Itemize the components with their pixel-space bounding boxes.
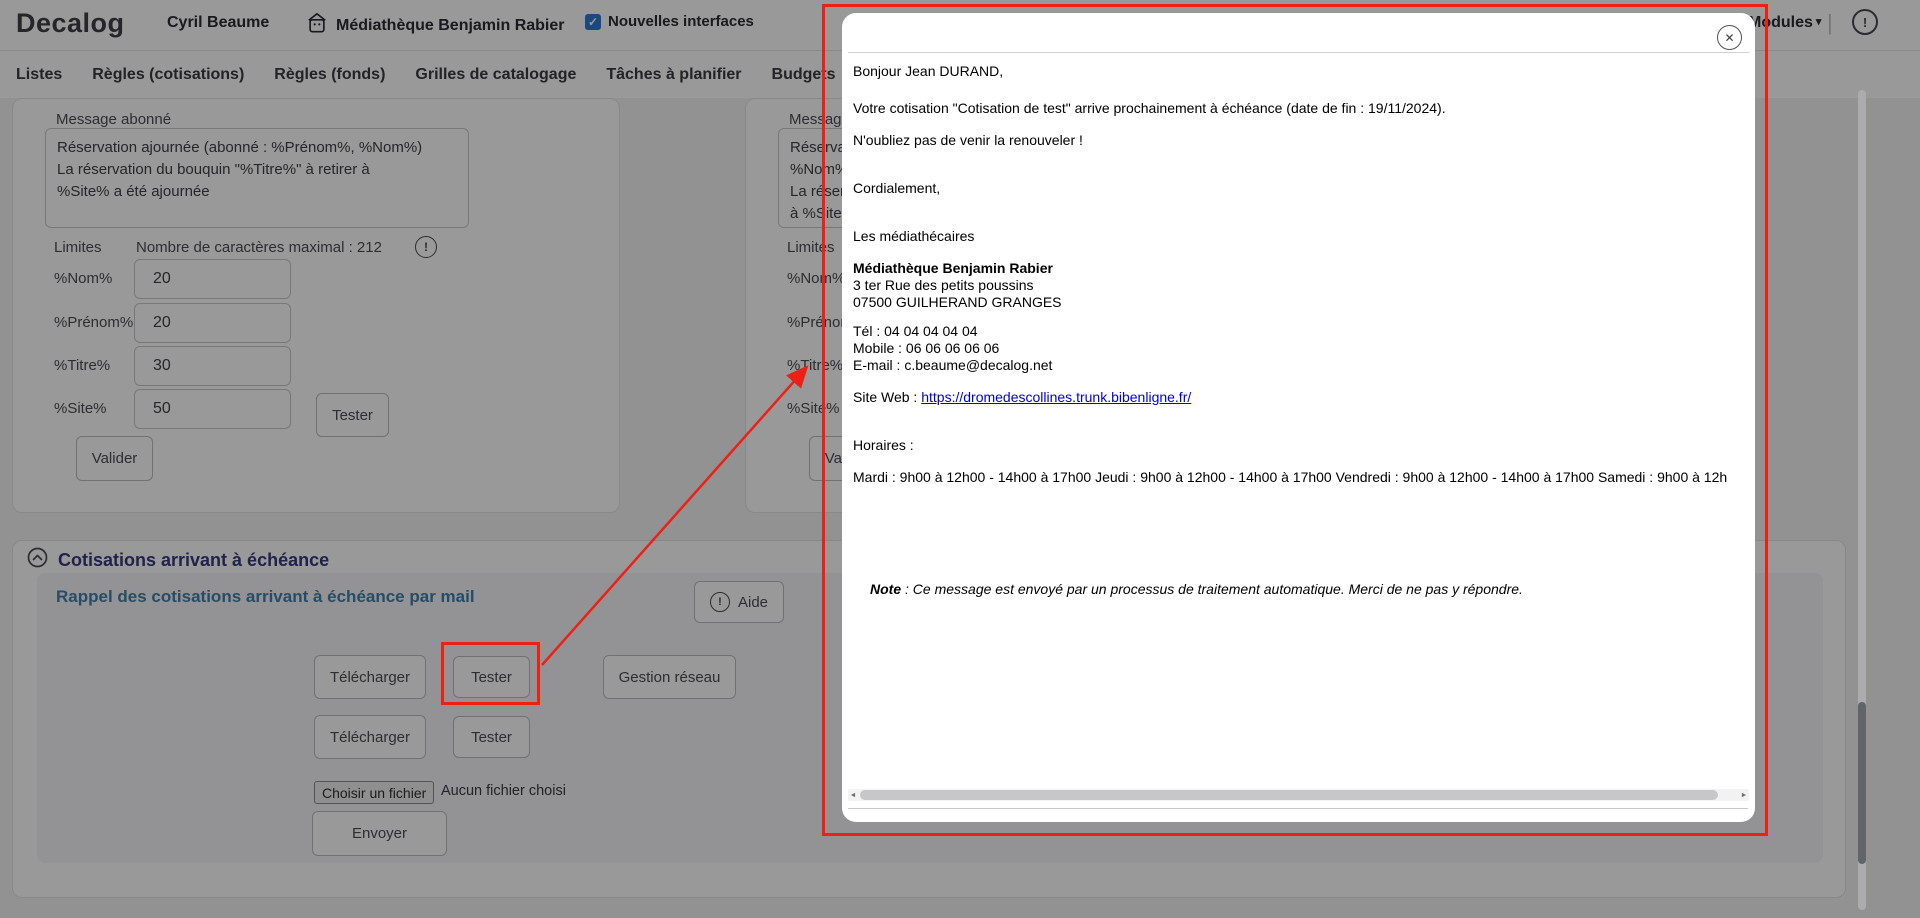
- email-siteweb-line: Site Web : https://dromedescollines.trun…: [853, 389, 1192, 405]
- email-address-block: Médiathèque Benjamin Rabier 3 ter Rue des…: [853, 260, 1062, 310]
- close-icon[interactable]: ✕: [1717, 25, 1742, 50]
- email-body: Bonjour Jean DURAND, Votre cotisation "C…: [853, 53, 1755, 783]
- page-scrollbar-thumb[interactable]: [1858, 702, 1866, 864]
- modal-bottom-divider: [848, 808, 1748, 809]
- site-web-link[interactable]: https://dromedescollines.trunk.bibenlign…: [921, 389, 1191, 405]
- email-note: Note : Ce message est envoyé par un proc…: [870, 581, 1523, 597]
- email-horaires-label: Horaires :: [853, 437, 914, 453]
- modal-horizontal-scrollbar[interactable]: ◄ ►: [848, 789, 1749, 801]
- email-signature: Les médiathécaires: [853, 228, 975, 244]
- email-preview-modal: ✕ Bonjour Jean DURAND, Votre cotisation …: [842, 13, 1755, 822]
- modal-hscrollbar-thumb[interactable]: [860, 790, 1718, 800]
- email-cordialement: Cordialement,: [853, 180, 941, 196]
- decalog-app: Decalog Cyril Beaume Médiathèque Benjami…: [0, 0, 1920, 918]
- email-echeance-line: Votre cotisation "Cotisation de test" ar…: [853, 100, 1446, 116]
- email-greeting: Bonjour Jean DURAND,: [853, 63, 1004, 79]
- email-renouveler-line: N'oubliez pas de venir la renouveler !: [853, 132, 1083, 148]
- email-horaires-line: Mardi : 9h00 à 12h00 - 14h00 à 17h00 Jeu…: [853, 469, 1728, 485]
- scroll-left-icon[interactable]: ◄: [848, 789, 858, 801]
- scroll-right-icon[interactable]: ►: [1739, 789, 1749, 801]
- email-contact-block: Tél : 04 04 04 04 04 Mobile : 06 06 06 06…: [853, 323, 1053, 373]
